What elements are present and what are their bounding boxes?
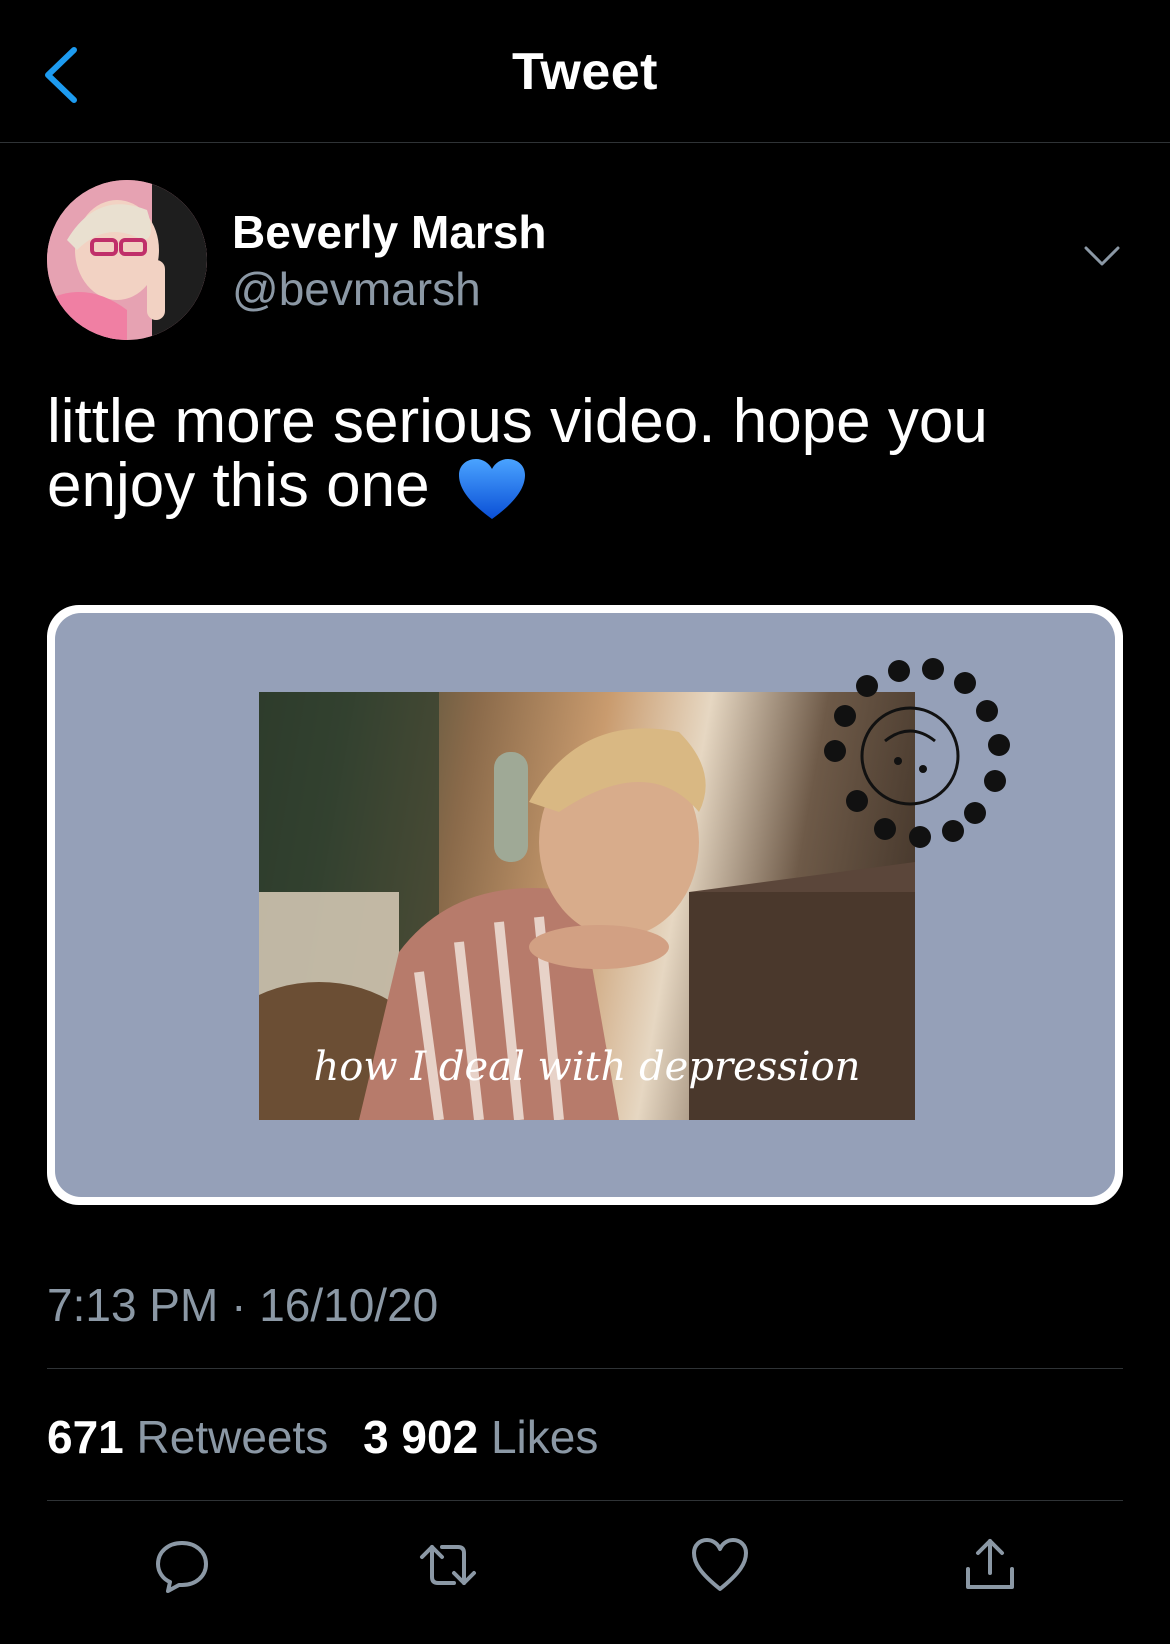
header-bar: Tweet (0, 0, 1170, 143)
share-icon[interactable] (960, 1535, 1020, 1595)
divider (47, 1500, 1123, 1501)
retweets-count[interactable]: 671 (47, 1411, 124, 1463)
tweet-text: little more serious video. hope you enjo… (47, 390, 1107, 523)
retweet-icon[interactable] (418, 1535, 478, 1595)
reply-icon[interactable] (152, 1535, 212, 1595)
video-caption: how I deal with depression (313, 1044, 861, 1090)
author-display-name[interactable]: Beverly Marsh (232, 205, 547, 259)
blue-heart-icon (457, 457, 527, 523)
likes-label[interactable]: Likes (491, 1411, 598, 1463)
avatar[interactable] (47, 180, 207, 340)
author-handle[interactable]: @bevmarsh (232, 262, 481, 316)
retweets-label[interactable]: Retweets (137, 1411, 329, 1463)
action-bar (0, 1535, 1170, 1605)
tweet-stats: 671 Retweets 3 902 Likes (47, 1410, 620, 1464)
page-title: Tweet (511, 43, 658, 101)
like-icon[interactable] (690, 1535, 750, 1595)
divider (47, 1368, 1123, 1369)
tweet-timestamp[interactable]: 7:13 PM · 16/10/20 (47, 1278, 438, 1332)
likes-count[interactable]: 3 902 (363, 1411, 478, 1463)
chevron-down-icon[interactable] (1082, 240, 1122, 270)
media-card[interactable]: how I deal with depression (47, 605, 1123, 1205)
feeling-days-logo (795, 641, 1025, 871)
media-background: how I deal with depression (55, 613, 1115, 1197)
